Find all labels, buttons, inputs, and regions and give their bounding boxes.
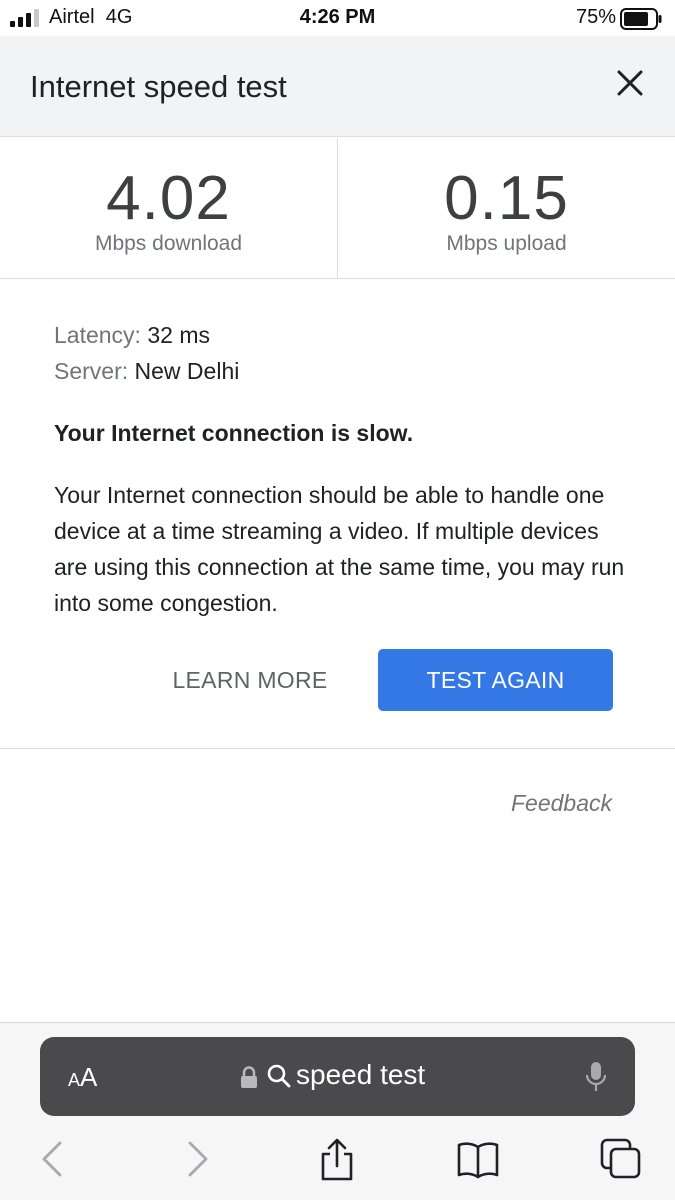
- feedback-link[interactable]: Feedback: [511, 790, 612, 817]
- address-text: speed test: [296, 1059, 426, 1090]
- server-label: Server:: [54, 358, 129, 384]
- status-bar: Airtel 4G 4:26 PM 75%: [0, 0, 675, 36]
- bookmarks-icon[interactable]: [456, 1137, 500, 1181]
- microphone-icon[interactable]: [585, 1061, 607, 1093]
- download-label: Mbps download: [94, 232, 243, 255]
- latency-line: Latency: 32 ms: [54, 322, 210, 349]
- browser-toolbar: AA speed test: [0, 1022, 675, 1200]
- battery-icon: [620, 8, 662, 30]
- text-size-button[interactable]: AA: [68, 1062, 97, 1093]
- upload-metric: 0.15 Mbps upload: [337, 138, 675, 278]
- speed-description: Your Internet connection should be able …: [54, 482, 625, 616]
- learn-more-button[interactable]: LEARN MORE: [160, 650, 340, 710]
- download-metric: 4.02 Mbps download: [0, 138, 337, 278]
- close-icon[interactable]: [615, 68, 645, 98]
- latency-value: 32 ms: [147, 322, 210, 348]
- result-details: Latency: 32 ms Server: New Delhi Your In…: [0, 280, 675, 749]
- download-value: 4.02: [106, 164, 231, 233]
- back-icon[interactable]: [30, 1137, 74, 1181]
- speed-metrics: 4.02 Mbps download 0.15 Mbps upload: [0, 138, 675, 279]
- browser-nav: [0, 1131, 675, 1191]
- latency-label: Latency:: [54, 322, 141, 348]
- server-line: Server: New Delhi: [54, 358, 239, 385]
- battery-percent: 75%: [575, 6, 616, 28]
- address-bar[interactable]: AA speed test: [40, 1037, 635, 1116]
- tabs-icon[interactable]: [599, 1137, 643, 1181]
- test-again-button[interactable]: TEST AGAIN: [378, 649, 613, 711]
- status-time: 4:26 PM: [299, 6, 376, 28]
- lock-icon: [241, 1066, 257, 1088]
- upload-value: 0.15: [444, 164, 569, 233]
- upload-label: Mbps upload: [446, 232, 567, 255]
- result-header: Internet speed test: [0, 36, 675, 137]
- forward-icon[interactable]: [176, 1137, 220, 1181]
- share-icon[interactable]: [315, 1137, 359, 1181]
- speed-verdict: Your Internet connection is slow.: [54, 420, 414, 446]
- search-icon: [267, 1064, 291, 1088]
- server-value: New Delhi: [134, 358, 240, 384]
- page-title: Internet speed test: [30, 69, 287, 104]
